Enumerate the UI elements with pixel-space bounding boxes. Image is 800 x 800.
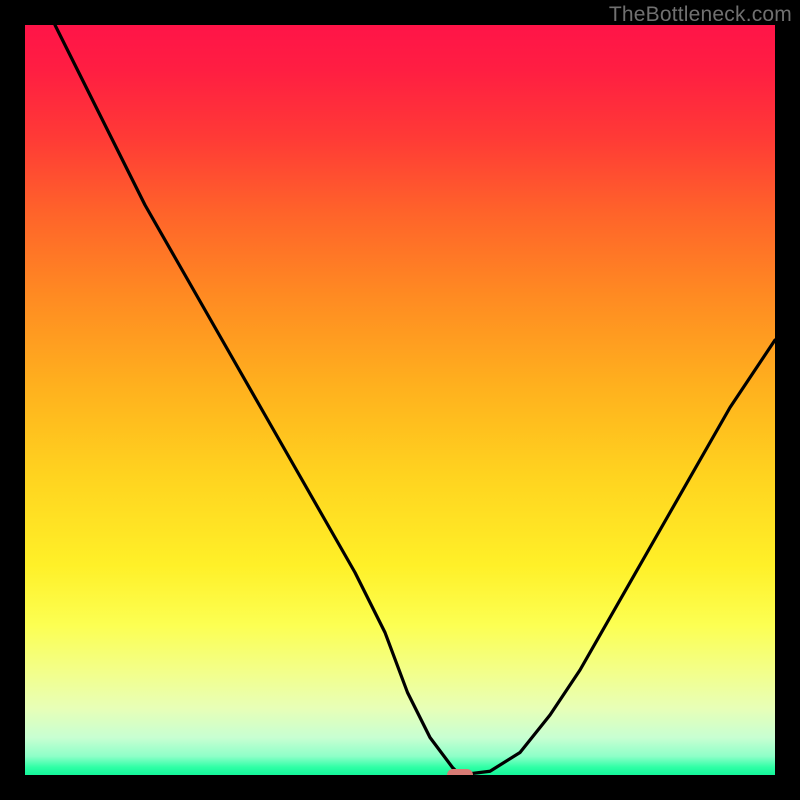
chart-frame: TheBottleneck.com: [0, 0, 800, 800]
bottleneck-curve: [25, 25, 775, 775]
plot-area: [25, 25, 775, 775]
watermark-text: TheBottleneck.com: [609, 3, 792, 27]
optimal-point-marker: [447, 769, 473, 775]
